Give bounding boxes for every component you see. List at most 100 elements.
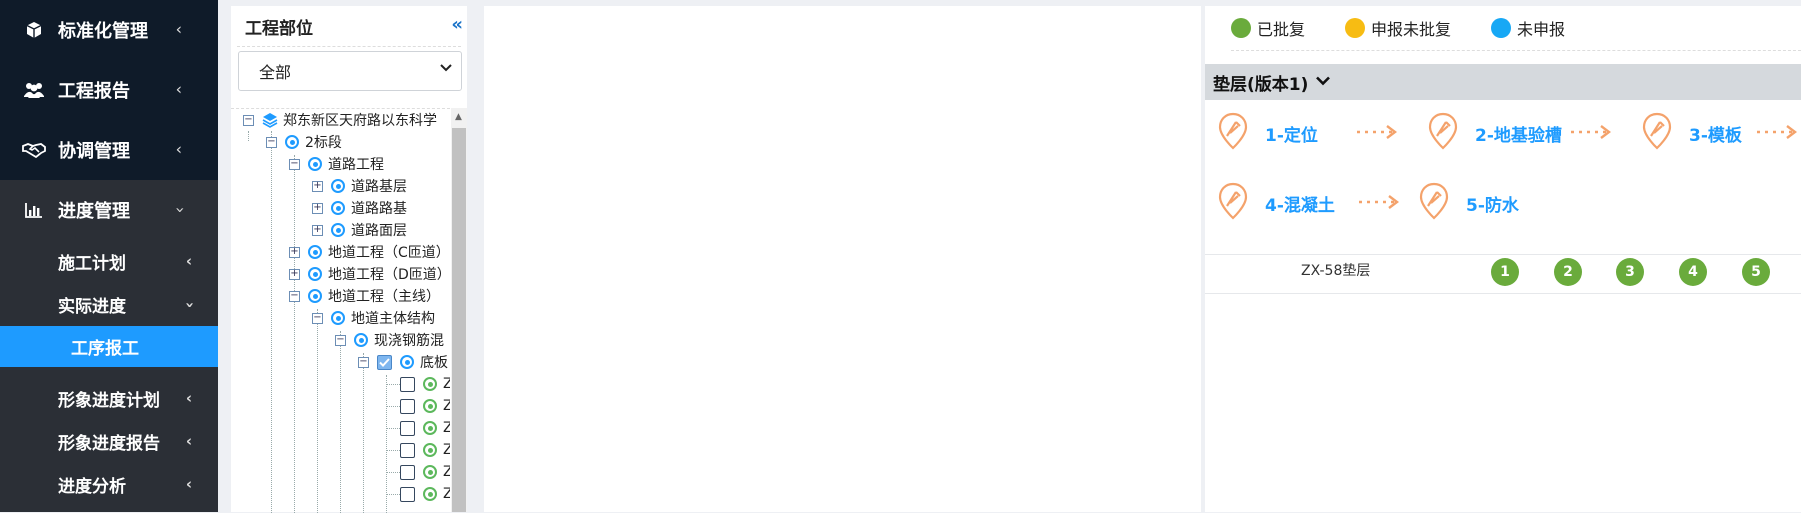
collapse-toggle-icon[interactable]: − <box>266 136 277 148</box>
sidebar-subitem-image-plan[interactable]: 形象进度计划 ‹ <box>0 377 218 420</box>
step-status-badge[interactable]: 3 <box>1616 258 1644 286</box>
sidebar-item-progress[interactable]: 进度管理 ‹ <box>0 180 218 240</box>
sidebar-subitem-image-report[interactable]: 形象进度报告 ‹ <box>0 420 218 463</box>
step-status-badge[interactable]: 2 <box>1554 258 1582 286</box>
tree-node-label: 地道主体结构 <box>351 311 435 327</box>
checkbox-checked[interactable] <box>377 354 392 370</box>
legend-item-pending: 申报未批复 <box>1345 16 1451 40</box>
tree-node-tunnel-structure[interactable]: − 地道主体结构 <box>312 307 435 329</box>
chevron-left-icon: ‹ <box>185 251 192 270</box>
sidebar-top-section: 标准化管理 ‹ 工程报告 ‹ 协调管理 ‹ <box>0 0 218 180</box>
sidebar-subitem-actual-progress[interactable]: 实际进度 ‹ <box>0 283 218 326</box>
sidebar-item-engineering-report[interactable]: 工程报告 ‹ <box>0 60 218 120</box>
sidebar-subitem-label: 工序报工 <box>71 339 139 359</box>
tree-node-road-bed[interactable]: + 道路路基 <box>312 197 407 219</box>
tree-node-leaf[interactable]: Z <box>400 417 450 439</box>
node-icon <box>423 465 437 479</box>
step-status-badge[interactable]: 4 <box>1679 258 1707 286</box>
tree-connector <box>386 472 400 473</box>
scope-select-value: 全部 <box>259 63 292 82</box>
tree-connector <box>294 155 295 513</box>
tree-node-tunnel-d[interactable]: + 地道工程（D匝道） <box>289 263 450 285</box>
dotted-arrow-right-icon <box>1355 124 1399 144</box>
tree-node-label: 地道工程（D匝道） <box>328 267 450 283</box>
step-status-badge[interactable]: 1 <box>1491 258 1519 286</box>
process-step-1[interactable]: 1-定位 <box>1217 112 1318 155</box>
expand-toggle-icon[interactable]: + <box>289 246 300 258</box>
tree-node-road[interactable]: − 道路工程 <box>289 153 384 175</box>
tree-node-road-base[interactable]: + 道路基层 <box>312 175 407 197</box>
node-icon <box>331 311 345 325</box>
process-step-3[interactable]: 3-模板 <box>1641 112 1742 155</box>
tree-node-label: Z <box>443 486 450 502</box>
scroll-up-arrow-icon[interactable]: ▲ <box>455 112 462 122</box>
scope-select[interactable]: 全部 <box>238 51 462 91</box>
tree-node-bid[interactable]: − 2标段 <box>266 131 342 153</box>
collapse-toggle-icon[interactable]: − <box>289 290 300 302</box>
sidebar-item-label: 进度管理 <box>58 201 130 222</box>
tree-connector <box>248 131 249 141</box>
expand-toggle-icon[interactable]: + <box>289 268 300 280</box>
tree-node-leaf[interactable]: Z <box>400 395 450 417</box>
tree-connector <box>386 494 400 495</box>
checkbox[interactable] <box>400 398 415 414</box>
process-step-5[interactable]: 5-防水 <box>1418 182 1519 225</box>
double-chevron-left-icon[interactable]: « <box>451 14 463 35</box>
layer-version-toggle[interactable]: 垫层(版本1) <box>1205 64 1801 100</box>
checkbox[interactable] <box>400 420 415 436</box>
bar-chart-icon <box>22 198 46 222</box>
collapse-toggle-icon[interactable]: − <box>312 312 323 324</box>
collapse-toggle-icon[interactable]: − <box>243 114 254 126</box>
sidebar-subitem-label: 进度分析 <box>58 477 126 497</box>
sidebar-subitem-label: 形象进度计划 <box>58 391 160 411</box>
chevron-left-icon: ‹ <box>185 474 192 493</box>
step-status-badge[interactable]: 5 <box>1742 258 1770 286</box>
tree-connector <box>386 375 387 513</box>
tree-node-leaf[interactable]: Z <box>400 461 450 483</box>
scrollbar-thumb[interactable] <box>452 128 466 512</box>
tree-node-road-surface[interactable]: + 道路面层 <box>312 219 407 241</box>
tree-node-bottom-slab[interactable]: − 底板 <box>358 351 448 373</box>
tree-node-label: Z <box>443 376 450 392</box>
tree-node-leaf[interactable]: Z <box>400 373 450 395</box>
location-pin-icon <box>1641 112 1673 155</box>
project-tree-panel: 工程部位 « 全部 − 郑东新区天府路以东科学 − 2标段 − 道路工程 + 道… <box>231 6 467 513</box>
expand-toggle-icon[interactable]: + <box>312 224 323 236</box>
chevron-down-icon <box>440 61 452 76</box>
sidebar-subitem-analysis[interactable]: 进度分析 ‹ <box>0 463 218 506</box>
checkbox[interactable] <box>400 442 415 458</box>
sidebar-subitem-construction-plan[interactable]: 施工计划 ‹ <box>0 240 218 283</box>
process-step-label: 2-地基验槽 <box>1475 126 1562 146</box>
legend-item-approved: 已批复 <box>1231 16 1305 40</box>
tree-node-tunnel-c[interactable]: + 地道工程（C匝道） <box>289 241 450 263</box>
sidebar-subitem-process-report[interactable]: 工序报工 <box>0 326 218 367</box>
tree-node-root[interactable]: − 郑东新区天府路以东科学 <box>243 109 437 131</box>
collapse-toggle-icon[interactable]: − <box>335 334 346 346</box>
tree-node-leaf[interactable]: Z <box>400 439 450 461</box>
status-dot-icon <box>1231 18 1251 38</box>
node-icon <box>308 157 322 171</box>
collapse-toggle-icon[interactable]: − <box>358 356 369 368</box>
checkbox[interactable] <box>400 376 415 392</box>
tree-node-leaf[interactable]: Z <box>400 483 450 505</box>
tree-node-label: 现浇钢筋混 <box>374 333 444 349</box>
sidebar-item-standardization[interactable]: 标准化管理 ‹ <box>0 0 218 60</box>
tree-node-tunnel-main[interactable]: − 地道工程（主线） <box>289 285 440 307</box>
process-step-4[interactable]: 4-混凝土 <box>1217 182 1335 225</box>
status-dot-icon <box>1491 18 1512 38</box>
collapse-toggle-icon[interactable]: − <box>289 158 300 170</box>
checkbox[interactable] <box>400 464 415 480</box>
sidebar-item-coordination[interactable]: 协调管理 ‹ <box>0 120 218 180</box>
process-step-2[interactable]: 2-地基验槽 <box>1427 112 1562 155</box>
tree-node-cast-concrete[interactable]: − 现浇钢筋混 <box>335 329 444 351</box>
layers-icon <box>262 112 278 128</box>
sidebar: 标准化管理 ‹ 工程报告 ‹ 协调管理 ‹ 进度管理 ‹ 施工计划 ‹ 实际进度 <box>0 0 218 512</box>
tree-scrollbar[interactable]: ▲ <box>451 108 467 512</box>
expand-toggle-icon[interactable]: + <box>312 202 323 214</box>
node-icon <box>423 443 437 457</box>
checkbox[interactable] <box>400 486 415 502</box>
node-icon <box>400 355 414 369</box>
legend-label: 未申报 <box>1517 20 1566 39</box>
expand-toggle-icon[interactable]: + <box>312 180 323 192</box>
table-row-name: ZX-58垫层 <box>1301 263 1371 279</box>
